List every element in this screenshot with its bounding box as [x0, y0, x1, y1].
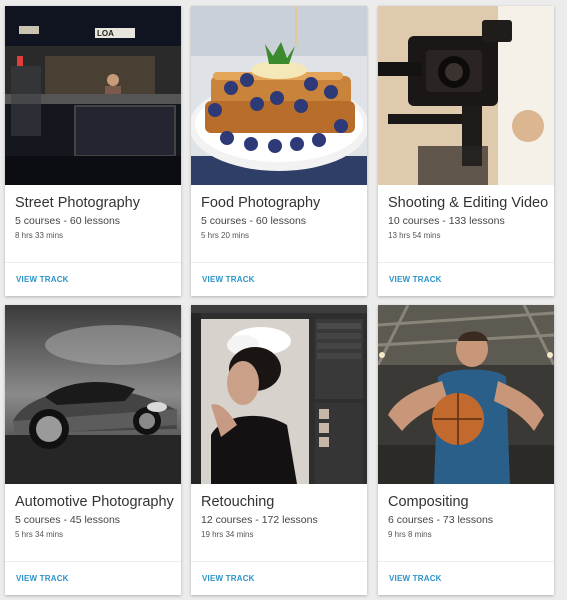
shooting-editing-video-thumbnail[interactable] — [378, 6, 554, 185]
track-course-lesson-count: 5 courses - 60 lessons — [201, 215, 307, 227]
compositing-thumbnail[interactable] — [378, 305, 554, 484]
card-divider — [191, 561, 367, 562]
track-title: Food Photography — [201, 195, 321, 211]
view-track-link[interactable]: VIEW TRACK — [16, 574, 69, 583]
track-duration: 5 hrs 34 mins — [15, 530, 64, 539]
view-track-link[interactable]: VIEW TRACK — [16, 275, 69, 284]
track-duration: 19 hrs 34 mins — [201, 530, 254, 539]
track-duration: 8 hrs 33 mins — [15, 231, 64, 240]
store-sign-text: LOA — [97, 29, 114, 38]
card-divider — [5, 262, 181, 263]
track-course-lesson-count: 6 courses - 73 lessons — [388, 514, 494, 526]
track-card-shooting-editing-video[interactable]: Shooting & Editing Video 10 courses - 13… — [378, 6, 554, 296]
track-course-lesson-count: 5 courses - 45 lessons — [15, 514, 121, 526]
view-track-link[interactable]: VIEW TRACK — [389, 275, 442, 284]
card-divider — [378, 561, 554, 562]
track-card-automotive-photography[interactable]: Automotive Photography 5 courses - 45 le… — [5, 305, 181, 595]
track-duration: 9 hrs 8 mins — [388, 530, 432, 539]
track-card-compositing[interactable]: Compositing 6 courses - 73 lessons 9 hrs… — [378, 305, 554, 595]
track-card-street-photography[interactable]: LOA Street Photography 5 courses - 60 le… — [5, 6, 181, 296]
track-card-food-photography[interactable]: Food Photography 5 courses - 60 lessons … — [191, 6, 367, 296]
card-divider — [5, 561, 181, 562]
track-course-lesson-count: 5 courses - 60 lessons — [15, 215, 121, 227]
view-track-link[interactable]: VIEW TRACK — [389, 574, 442, 583]
track-course-lesson-count: 12 courses - 172 lessons — [201, 514, 318, 526]
view-track-link[interactable]: VIEW TRACK — [202, 574, 255, 583]
automotive-photography-thumbnail[interactable] — [5, 305, 181, 484]
food-photography-thumbnail[interactable] — [191, 6, 367, 185]
card-divider — [378, 262, 554, 263]
track-title: Retouching — [201, 494, 275, 510]
view-track-link[interactable]: VIEW TRACK — [202, 275, 255, 284]
track-duration: 5 hrs 20 mins — [201, 231, 250, 240]
track-title: Shooting & Editing Video — [388, 195, 549, 211]
track-grid: LOA Street Photography 5 courses - 60 le… — [0, 0, 567, 600]
track-title: Street Photography — [15, 195, 140, 211]
street-photography-thumbnail[interactable]: LOA — [5, 6, 181, 185]
track-title: Automotive Photography — [15, 494, 174, 510]
track-duration: 13 hrs 54 mins — [388, 231, 441, 240]
track-course-lesson-count: 10 courses - 133 lessons — [388, 215, 505, 227]
track-card-retouching[interactable]: Retouching 12 courses - 172 lessons 19 h… — [191, 305, 367, 595]
retouching-thumbnail[interactable] — [191, 305, 367, 484]
track-title: Compositing — [388, 494, 469, 510]
card-divider — [191, 262, 367, 263]
